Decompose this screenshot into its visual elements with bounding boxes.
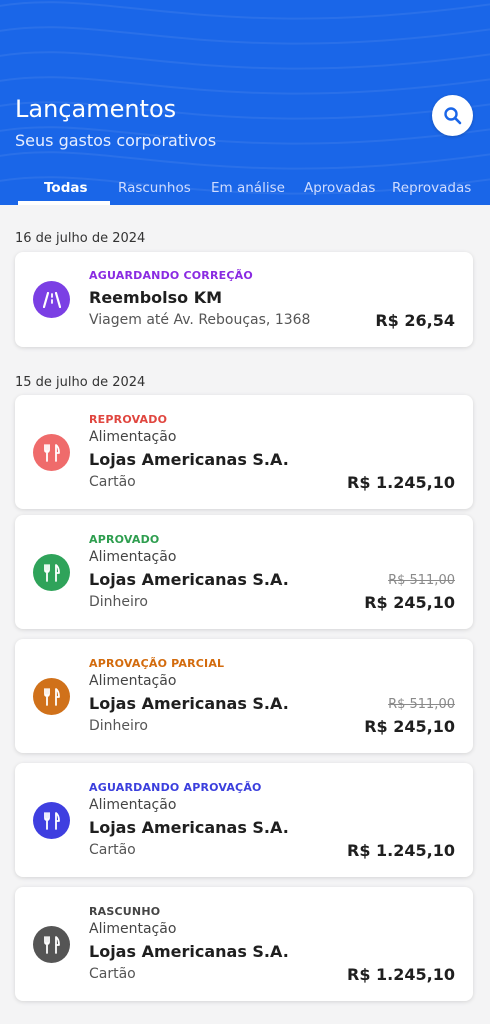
merchant-name: Lojas Americanas S.A.: [89, 818, 289, 837]
merchant-name: Lojas Americanas S.A.: [89, 570, 289, 589]
expense-card[interactable]: RASCUNHO Alimentação Lojas Americanas S.…: [15, 887, 473, 1001]
status-badge: AGUARDANDO CORREÇÃO: [89, 269, 253, 282]
fork-knife-icon: [33, 926, 70, 963]
merchant-name: Lojas Americanas S.A.: [89, 450, 289, 469]
payment-method: Cartão: [89, 474, 136, 490]
fork-knife-icon: [33, 678, 70, 715]
expense-category: Alimentação: [89, 549, 177, 565]
expense-amount: R$ 1.245,10: [347, 965, 455, 984]
active-tab-indicator: [18, 201, 110, 205]
tab-todas[interactable]: Todas: [44, 180, 88, 196]
fork-knife-icon: [33, 554, 70, 591]
status-badge: AGUARDANDO APROVAÇÃO: [89, 781, 262, 794]
expense-card[interactable]: AGUARDANDO APROVAÇÃO Alimentação Lojas A…: [15, 763, 473, 877]
expense-title: Reembolso KM: [89, 288, 223, 307]
expense-category: Alimentação: [89, 797, 177, 813]
expense-card[interactable]: APROVAÇÃO PARCIAL Alimentação Lojas Amer…: [15, 639, 473, 753]
payment-method: Cartão: [89, 842, 136, 858]
status-badge: APROVAÇÃO PARCIAL: [89, 657, 225, 670]
expense-amount: R$ 245,10: [364, 593, 455, 612]
tab-rascunhos[interactable]: Rascunhos: [118, 180, 191, 196]
expense-category: Alimentação: [89, 429, 177, 445]
tab-bar: Todas Rascunhos Em análise Aprovadas Rep…: [0, 177, 490, 205]
expense-amount: R$ 1.245,10: [347, 473, 455, 492]
expense-card[interactable]: APROVADO Alimentação Lojas Americanas S.…: [15, 515, 473, 629]
expense-category: Alimentação: [89, 921, 177, 937]
expense-card[interactable]: AGUARDANDO CORREÇÃO Reembolso KM Viagem …: [15, 252, 473, 347]
original-amount: R$ 511,00: [388, 573, 455, 588]
header: Lançamentos Seus gastos corporativos Tod…: [0, 0, 490, 205]
tab-em-analise[interactable]: Em análise: [211, 180, 285, 196]
tab-reprovadas[interactable]: Reprovadas: [392, 180, 471, 196]
fork-knife-icon: [33, 802, 70, 839]
merchant-name: Lojas Americanas S.A.: [89, 942, 289, 961]
status-badge: REPROVADO: [89, 413, 168, 426]
date-header: 15 de julho de 2024: [15, 375, 146, 390]
expense-detail: Viagem até Av. Rebouças, 1368: [89, 312, 311, 328]
status-badge: APROVADO: [89, 533, 160, 546]
payment-method: Dinheiro: [89, 594, 148, 610]
page-subtitle: Seus gastos corporativos: [15, 131, 217, 150]
expense-card[interactable]: REPROVADO Alimentação Lojas Americanas S…: [15, 395, 473, 509]
page-title: Lançamentos: [15, 95, 177, 123]
payment-method: Dinheiro: [89, 718, 148, 734]
search-icon: [443, 106, 461, 124]
expense-category: Alimentação: [89, 673, 177, 689]
tab-aprovadas[interactable]: Aprovadas: [304, 180, 375, 196]
expense-amount: R$ 245,10: [364, 717, 455, 736]
fork-knife-icon: [33, 434, 70, 471]
status-badge: RASCUNHO: [89, 905, 161, 918]
expense-amount: R$ 1.245,10: [347, 841, 455, 860]
merchant-name: Lojas Americanas S.A.: [89, 694, 289, 713]
expense-amount: R$ 26,54: [375, 311, 455, 330]
road-icon: [33, 281, 70, 318]
date-header: 16 de julho de 2024: [15, 231, 146, 246]
original-amount: R$ 511,00: [388, 697, 455, 712]
payment-method: Cartão: [89, 966, 136, 982]
search-button[interactable]: [432, 95, 473, 136]
